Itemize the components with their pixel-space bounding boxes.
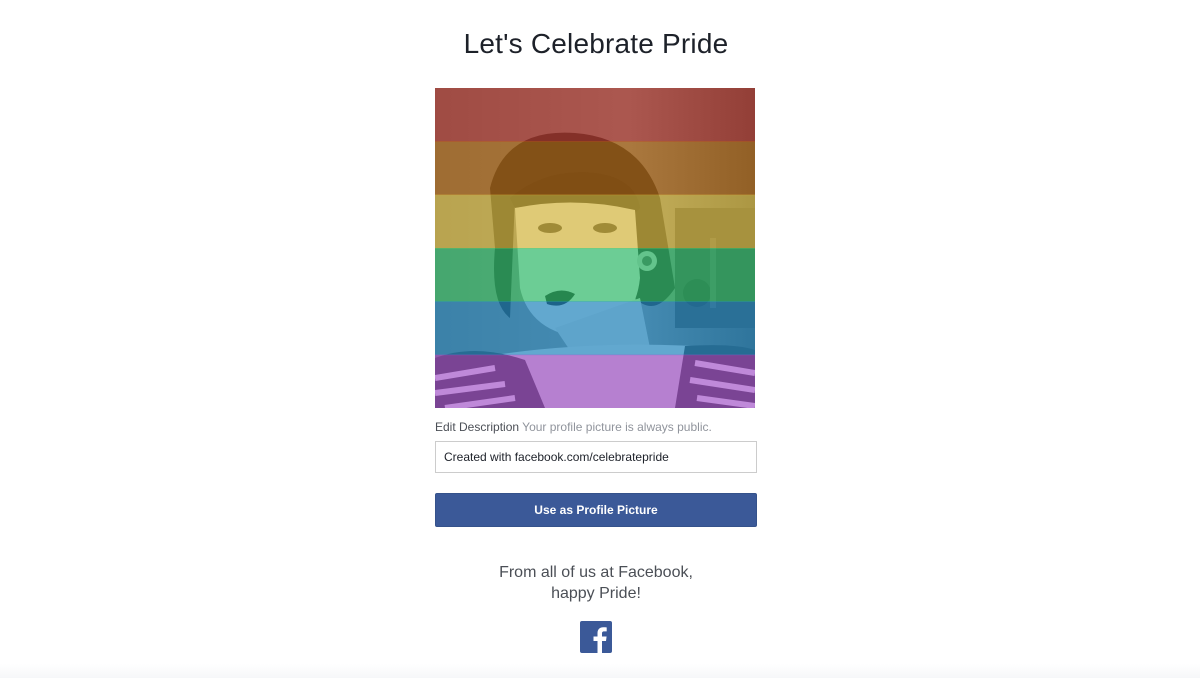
closing-message: From all of us at Facebook, happy Pride! bbox=[0, 562, 1192, 604]
rainbow-overlay bbox=[435, 88, 755, 408]
closing-line-2: happy Pride! bbox=[551, 585, 641, 602]
rainbow-band bbox=[435, 301, 755, 356]
edit-description-label: Edit Description bbox=[435, 420, 520, 434]
rainbow-filtered-photo bbox=[435, 88, 755, 408]
use-as-profile-picture-button[interactable]: Use as Profile Picture bbox=[435, 493, 757, 527]
rainbow-band bbox=[435, 194, 755, 249]
celebrate-pride-page: Let's Celebrate Pride Edit Description Y… bbox=[0, 0, 1200, 678]
rainbow-band bbox=[435, 88, 755, 142]
profile-photo-preview bbox=[435, 88, 755, 408]
page-title: Let's Celebrate Pride bbox=[463, 28, 729, 59]
description-input[interactable] bbox=[435, 441, 757, 473]
closing-line-1: From all of us at Facebook, bbox=[499, 564, 693, 581]
privacy-hint: Your profile picture is always public. bbox=[522, 420, 712, 434]
facebook-icon[interactable] bbox=[580, 621, 612, 653]
rainbow-band bbox=[435, 248, 755, 302]
rainbow-band bbox=[435, 141, 755, 196]
description-header: Edit Description Your profile picture is… bbox=[435, 419, 712, 435]
rainbow-band bbox=[435, 354, 755, 408]
page-footer-band bbox=[0, 664, 1200, 678]
